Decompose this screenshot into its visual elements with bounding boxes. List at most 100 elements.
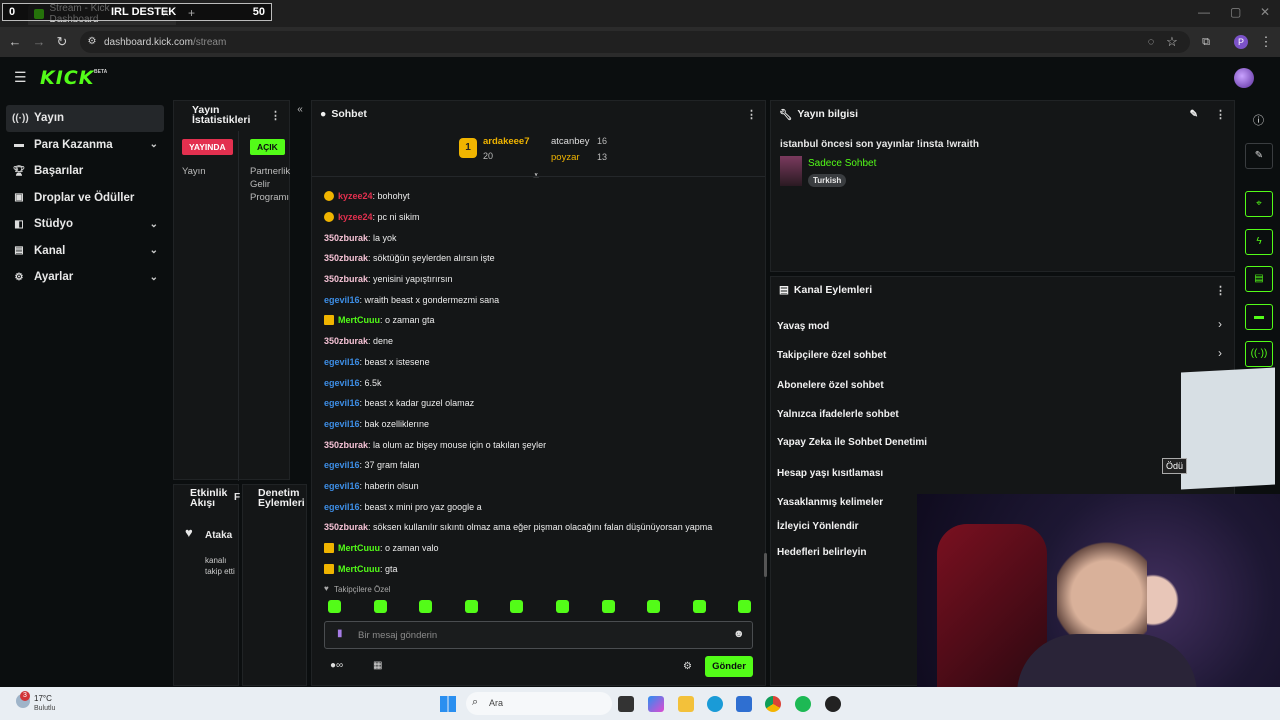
top-user-2[interactable]: atcanbey — [551, 136, 590, 147]
forward-icon[interactable]: → — [31, 34, 47, 50]
store-app-icon[interactable] — [736, 696, 752, 712]
chat-username[interactable]: egevil16 — [324, 357, 360, 367]
chevron-right-icon[interactable]: › — [1218, 346, 1222, 360]
eye-off-icon[interactable]: ◌ — [1143, 34, 1159, 50]
action-subscribers-only[interactable]: Abonelere özel sohbet — [777, 380, 884, 391]
file-explorer-icon[interactable] — [678, 696, 694, 712]
chat-username[interactable]: egevil16 — [324, 378, 360, 388]
new-tab-icon[interactable]: + — [188, 6, 195, 20]
chat-username[interactable]: egevil16 — [324, 295, 360, 305]
sidebar-item-yayin[interactable]: ((·)) Yayın — [6, 105, 164, 132]
chat-username[interactable]: egevil16 — [324, 502, 360, 512]
chat-username[interactable]: MertCuuu — [338, 564, 380, 574]
emote-icon[interactable] — [601, 600, 615, 613]
rail-bolt-button[interactable]: ϟ — [1245, 229, 1273, 255]
user-avatar[interactable] — [1234, 68, 1254, 88]
emote-icon[interactable] — [556, 600, 569, 613]
emote-icon[interactable] — [328, 600, 341, 613]
chat-username[interactable]: 350zburak — [324, 522, 368, 532]
action-account-age[interactable]: Hesap yaşı kısıtlaması — [777, 468, 883, 479]
app-icon[interactable] — [825, 696, 841, 712]
rail-notes-button[interactable]: ▤ — [1245, 266, 1273, 292]
window-close-icon[interactable]: ✕ — [1260, 5, 1270, 19]
emote-icon[interactable] — [647, 600, 661, 613]
sidebar-item-studyo[interactable]: ◧ Stüdyo ⌄ — [6, 211, 164, 238]
chat-input[interactable]: ▮ Bir mesaj gönderin ☻ — [324, 621, 753, 649]
taskbar-search[interactable]: ⌕ Ara — [466, 692, 612, 715]
heart-icon: ♥ — [185, 525, 193, 540]
action-slow-mode[interactable]: Yavaş mod — [777, 321, 829, 332]
more-options-icon[interactable]: ⋮ — [270, 109, 281, 122]
sidebar-item-ayarlar[interactable]: ⚙ Ayarlar ⌄ — [6, 264, 164, 291]
chat-username[interactable]: egevil16 — [324, 460, 360, 470]
top-user-1[interactable]: ardakeee7 — [483, 136, 529, 147]
edit-icon[interactable]: ✎ — [1190, 109, 1198, 120]
chat-username[interactable]: MertCuuu — [338, 315, 380, 325]
emoji-picker-icon[interactable]: ☻ — [733, 628, 745, 640]
more-options-icon[interactable]: ⋮ — [1215, 284, 1226, 297]
info-icon[interactable]: ⓘ — [1253, 112, 1264, 128]
kick-logo[interactable]: KICK — [40, 67, 94, 89]
action-followers-only[interactable]: Takipçilere özel sohbet — [777, 350, 886, 361]
action-viewer-redirect[interactable]: İzleyici Yönlendir — [777, 521, 859, 532]
chat-settings-icon[interactable]: ⚙ — [683, 661, 692, 672]
sidebar-item-droplar[interactable]: ▣ Droplar ve Ödüller — [6, 185, 164, 212]
emote-icon[interactable] — [373, 600, 387, 613]
bookmark-star-icon[interactable]: ☆ — [1164, 34, 1180, 50]
chat-username[interactable]: kyzee24 — [338, 212, 373, 222]
back-icon[interactable]: ← — [7, 34, 23, 50]
hamburger-menu-icon[interactable]: ☰ — [14, 69, 27, 86]
chat-username[interactable]: egevil16 — [324, 398, 360, 408]
collapse-handle[interactable]: « — [292, 100, 308, 120]
more-options-icon[interactable]: ⋮ — [1215, 108, 1226, 121]
sidebar-item-para-kazanma[interactable]: ▬ Para Kazanma ⌄ — [6, 132, 164, 159]
store-icon[interactable]: ▦ — [373, 660, 382, 671]
chat-scrollbar[interactable] — [764, 553, 767, 577]
action-banned-words[interactable]: Yasaklanmış kelimeler — [777, 497, 883, 508]
more-options-icon[interactable]: ⋮ — [746, 108, 757, 121]
chat-username[interactable]: MertCuuu — [338, 543, 380, 553]
chat-username[interactable]: egevil16 — [324, 419, 360, 429]
minimize-icon[interactable]: — — [1198, 5, 1210, 19]
chat-username[interactable]: 350zburak — [324, 274, 368, 284]
extensions-icon[interactable]: ⧉ — [1198, 34, 1214, 50]
task-view-icon[interactable] — [618, 696, 634, 712]
sidebar-item-kanal[interactable]: ▤ Kanal ⌄ — [6, 238, 164, 265]
spotify-icon[interactable] — [795, 696, 811, 712]
edge-icon[interactable] — [707, 696, 723, 712]
action-emotes-only[interactable]: Yalnızca ifadelerle sohbet — [777, 409, 899, 420]
browser-menu-icon[interactable]: ⋮ — [1258, 34, 1274, 50]
emote-icon[interactable] — [510, 600, 524, 613]
chat-username[interactable]: kyzee24 — [338, 191, 373, 201]
emote-icon[interactable] — [692, 600, 706, 613]
copilot-icon[interactable] — [648, 696, 664, 712]
site-info-icon[interactable]: ⚙ — [84, 34, 100, 50]
send-button[interactable]: Gönder — [705, 656, 753, 677]
chevron-right-icon[interactable]: › — [1218, 317, 1222, 331]
emote-icon[interactable] — [738, 600, 752, 613]
chat-username[interactable]: 350zburak — [324, 253, 368, 263]
mic-icon[interactable]: ▮ — [337, 628, 343, 639]
chat-username[interactable]: 350zburak — [324, 233, 368, 243]
sidebar-item-basarilar[interactable]: 🏆︎ Başarılar — [6, 158, 164, 185]
category-name[interactable]: Sadece Sohbet — [808, 158, 876, 169]
windows-start-icon[interactable] — [440, 696, 456, 712]
rail-broadcast-button[interactable]: ((·)) — [1245, 341, 1273, 367]
emote-menu-icon[interactable]: ●∞ — [330, 660, 343, 671]
emote-icon[interactable] — [464, 600, 478, 613]
chat-username[interactable]: 350zburak — [324, 336, 368, 346]
emote-icon[interactable] — [419, 600, 433, 613]
rail-capture-button[interactable]: ⌖ — [1245, 191, 1273, 217]
rail-edit-button[interactable]: ✎ — [1245, 143, 1273, 169]
chrome-icon[interactable] — [765, 696, 781, 712]
rail-chat-button[interactable]: ▬ — [1245, 304, 1273, 330]
url-field[interactable]: dashboard.kick.com/stream — [80, 31, 1190, 53]
maximize-icon[interactable]: ▢ — [1230, 5, 1241, 19]
chat-username[interactable]: egevil16 — [324, 481, 360, 491]
profile-avatar[interactable]: P — [1234, 35, 1248, 49]
action-set-goals[interactable]: Hedefleri belirleyin — [777, 547, 866, 558]
action-ai-moderation[interactable]: Yapay Zeka ile Sohbet Denetimi — [777, 437, 927, 448]
reload-icon[interactable]: ↻ — [54, 34, 70, 50]
top-user-3[interactable]: poyzar — [551, 152, 580, 163]
chat-username[interactable]: 350zburak — [324, 440, 368, 450]
